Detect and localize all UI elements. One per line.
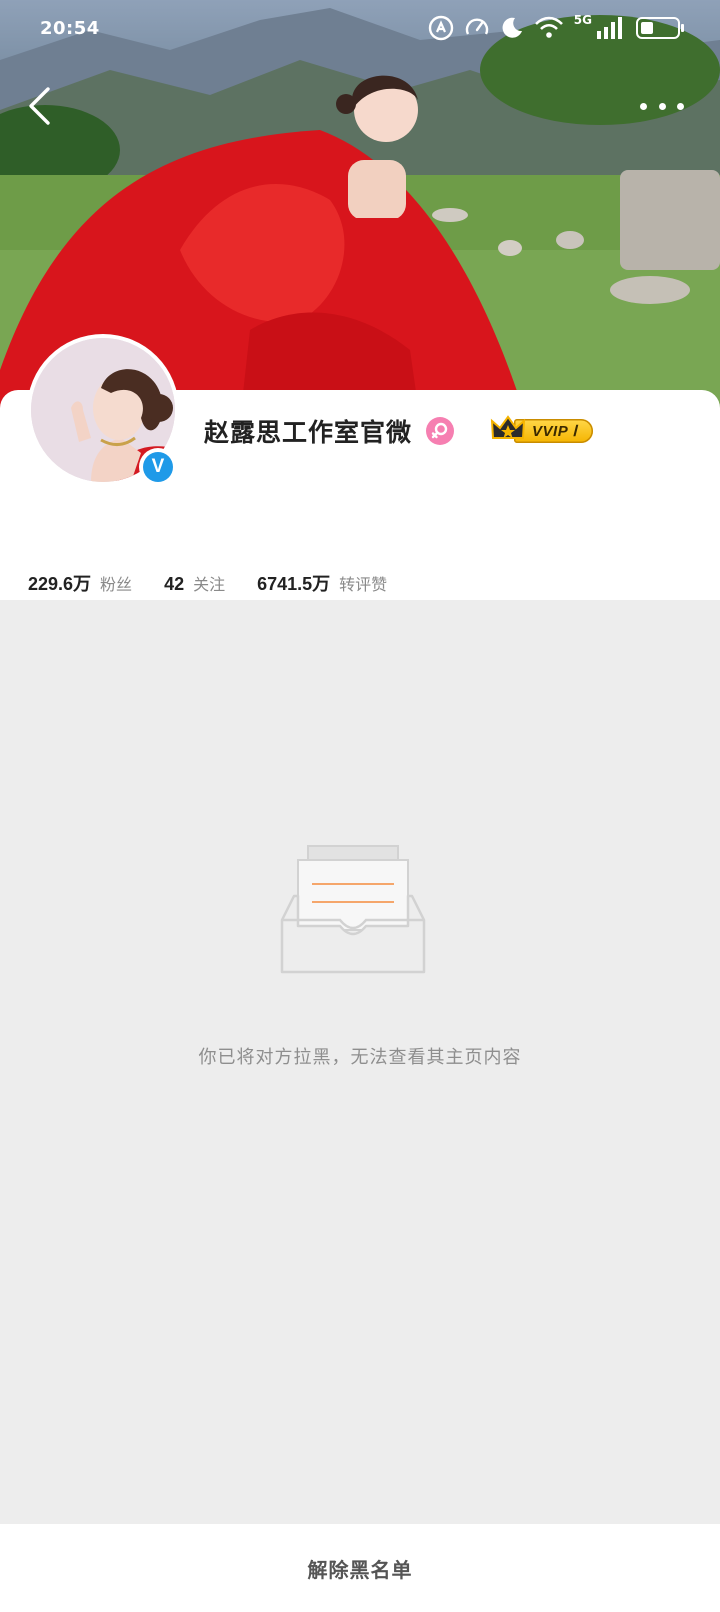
wifi-icon [534,16,564,40]
speedometer-icon [464,15,490,41]
status-bar: 20:54 5G [0,0,720,58]
blocked-content-area: 你已将对方拉黑，无法查看其主页内容 [0,600,720,1525]
crown-icon [490,414,526,448]
network-type: 5G [573,13,592,27]
chevron-left-icon [29,87,50,125]
moon-icon [500,16,524,40]
stat-label: 关注 [193,575,226,594]
battery-icon [636,17,684,39]
stat-value: 229.6万 [28,574,92,594]
profile-name: 赵露思工作室官微 [204,418,413,447]
stat-value: 42 [164,574,185,594]
vip-badge[interactable]: VVIP Ⅰ [490,414,594,448]
more-dots-icon [640,102,647,110]
stat-followers[interactable]: 229.6万 粉丝 [28,570,132,596]
stat-label: 转评赞 [339,575,388,594]
more-button[interactable] [640,94,684,118]
unblock-button[interactable]: 解除黑名单 [0,1524,720,1612]
blocked-message: 你已将对方拉黑，无法查看其主页内容 [198,1047,522,1068]
stat-label: 粉丝 [100,575,133,594]
back-button[interactable] [22,84,62,128]
signal-icon [596,15,626,41]
verified-badge: V [139,448,177,486]
verified-v-icon: V [143,452,173,482]
stat-following[interactable]: 42 关注 [164,571,225,595]
profile-name-row: 赵露思工作室官微 VVIP Ⅰ [204,413,594,449]
female-icon [426,417,455,445]
status-icons: 5G [428,12,684,44]
empty-inbox-icon [280,836,440,980]
profile-stats: 229.6万 粉丝 42 关注 6741.5万 转评赞 [28,570,419,596]
status-time: 20:54 [40,18,100,39]
battery-level [641,22,653,34]
stat-value: 6741.5万 [257,574,331,594]
stat-interactions[interactable]: 6741.5万 转评赞 [257,570,387,596]
unblock-label: 解除黑名单 [307,1557,413,1582]
app-notification-icon [428,15,454,41]
